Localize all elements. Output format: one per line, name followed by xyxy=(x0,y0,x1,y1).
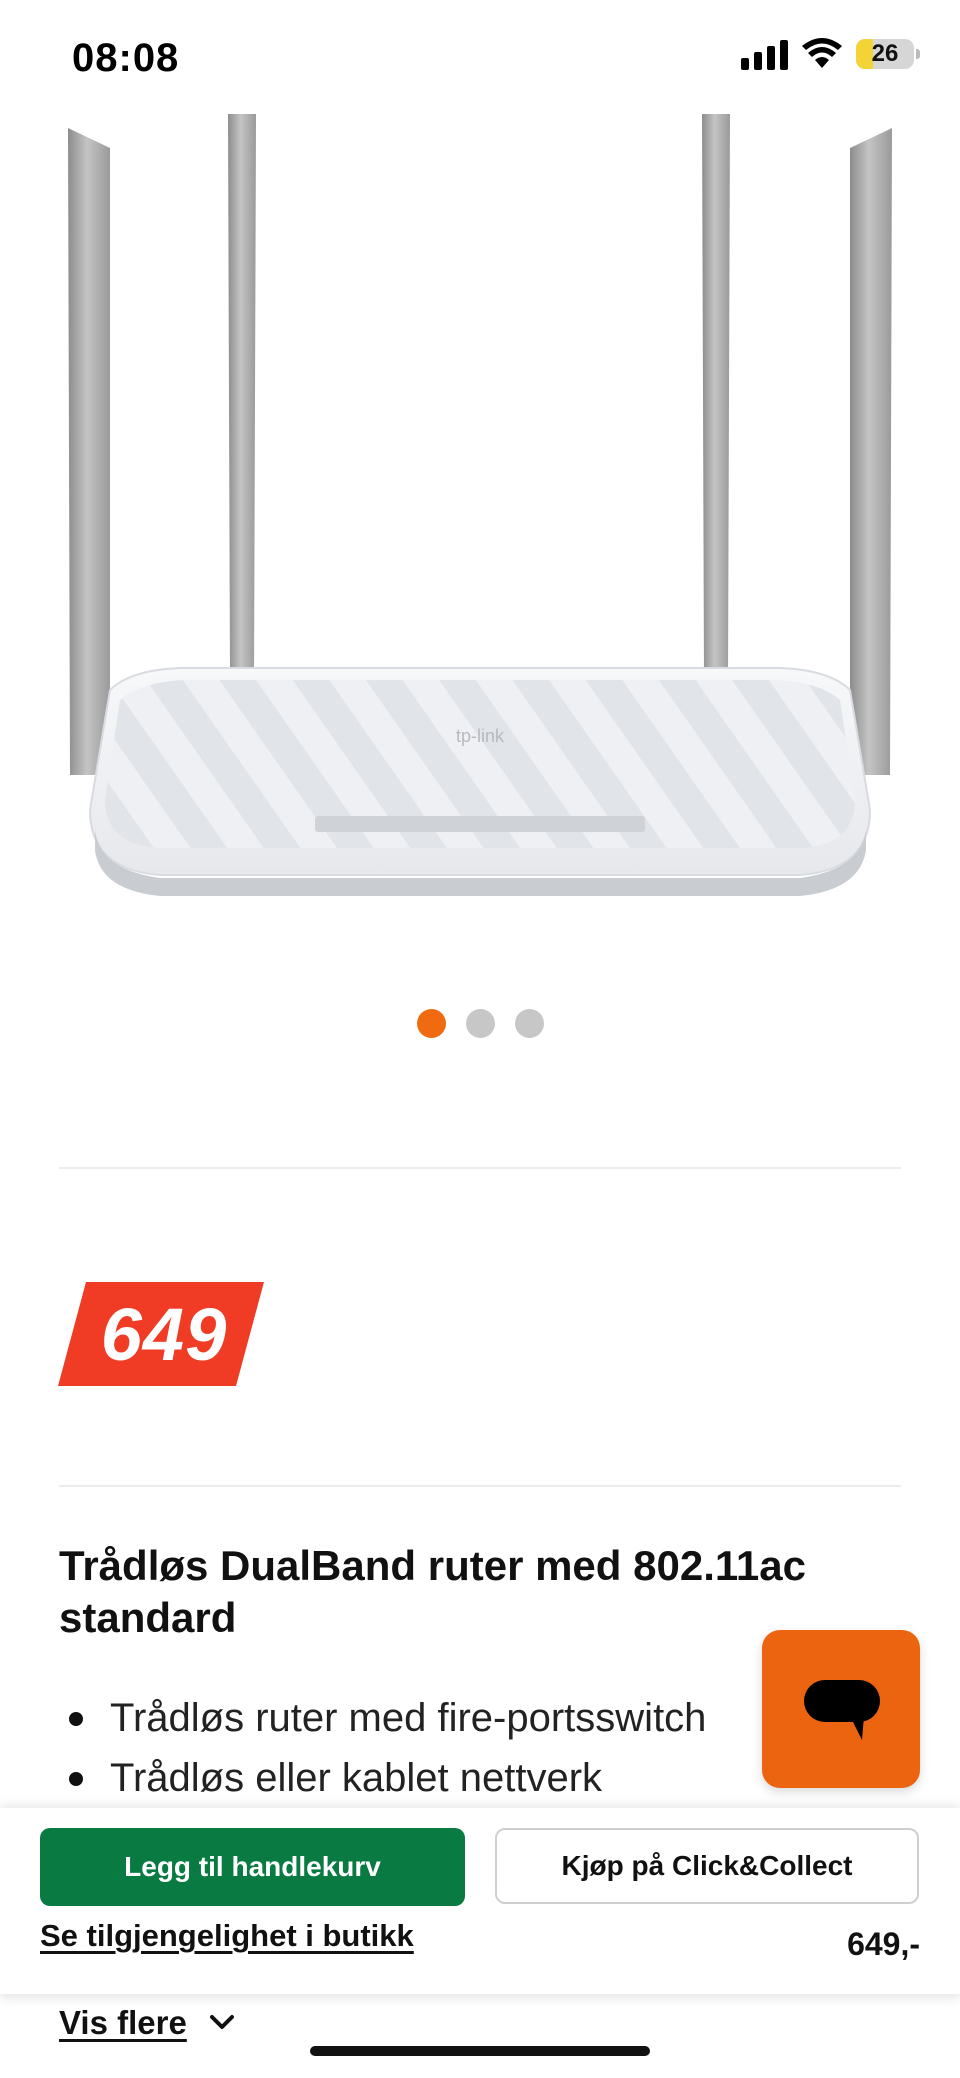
wifi-icon xyxy=(802,38,842,68)
show-more-link[interactable]: Vis flere xyxy=(59,2004,235,2042)
divider xyxy=(59,1167,901,1169)
chat-button[interactable] xyxy=(762,1630,920,1788)
status-time: 08:08 xyxy=(72,36,180,80)
action-panel: Legg til handlekurv Kjøp på Click&Collec… xyxy=(0,1808,960,1994)
product-image[interactable]: tp-link xyxy=(40,110,920,910)
store-availability-link[interactable]: Se tilgjengelighet i butikk xyxy=(40,1918,414,1954)
bullet-icon xyxy=(69,1712,83,1726)
chat-bubble-icon xyxy=(804,1680,880,1740)
list-item: Trådløs eller kablet nettverk xyxy=(59,1748,706,1808)
chevron-down-icon xyxy=(209,2015,234,2029)
brand-logo: tp-link xyxy=(456,726,505,746)
add-to-cart-button[interactable]: Legg til handlekurv xyxy=(40,1828,465,1906)
divider xyxy=(59,1485,901,1487)
bullet-icon xyxy=(69,1772,83,1786)
battery-icon: 26 xyxy=(856,39,920,69)
feature-list: Trådløs ruter med fire-portsswitch Trådl… xyxy=(59,1688,706,1808)
panel-price: 649,- xyxy=(847,1926,920,1962)
click-collect-button[interactable]: Kjøp på Click&Collect xyxy=(495,1828,919,1904)
carousel-dot-2[interactable] xyxy=(465,1009,495,1038)
list-item: Trådløs ruter med fire-portsswitch xyxy=(59,1688,706,1748)
signal-icon xyxy=(741,38,788,70)
home-indicator xyxy=(310,2046,650,2056)
carousel-dots xyxy=(0,1009,960,1038)
feature-text: Trådløs eller kablet nettverk xyxy=(110,1756,603,1800)
battery-level: 26 xyxy=(871,40,899,67)
carousel-dot-3[interactable] xyxy=(514,1009,544,1038)
product-title: Trådløs DualBand ruter med 802.11ac stan… xyxy=(59,1542,806,1641)
price-badge: 649 xyxy=(58,1282,264,1386)
status-bar: 08:08 26 xyxy=(0,0,960,110)
status-icons: 26 xyxy=(741,38,920,70)
feature-text: Trådløs ruter med fire-portsswitch xyxy=(110,1696,707,1740)
carousel-dot-1[interactable] xyxy=(416,1009,446,1038)
show-more-label: Vis flere xyxy=(59,2004,187,2041)
price-amount: 649 xyxy=(100,1292,228,1376)
